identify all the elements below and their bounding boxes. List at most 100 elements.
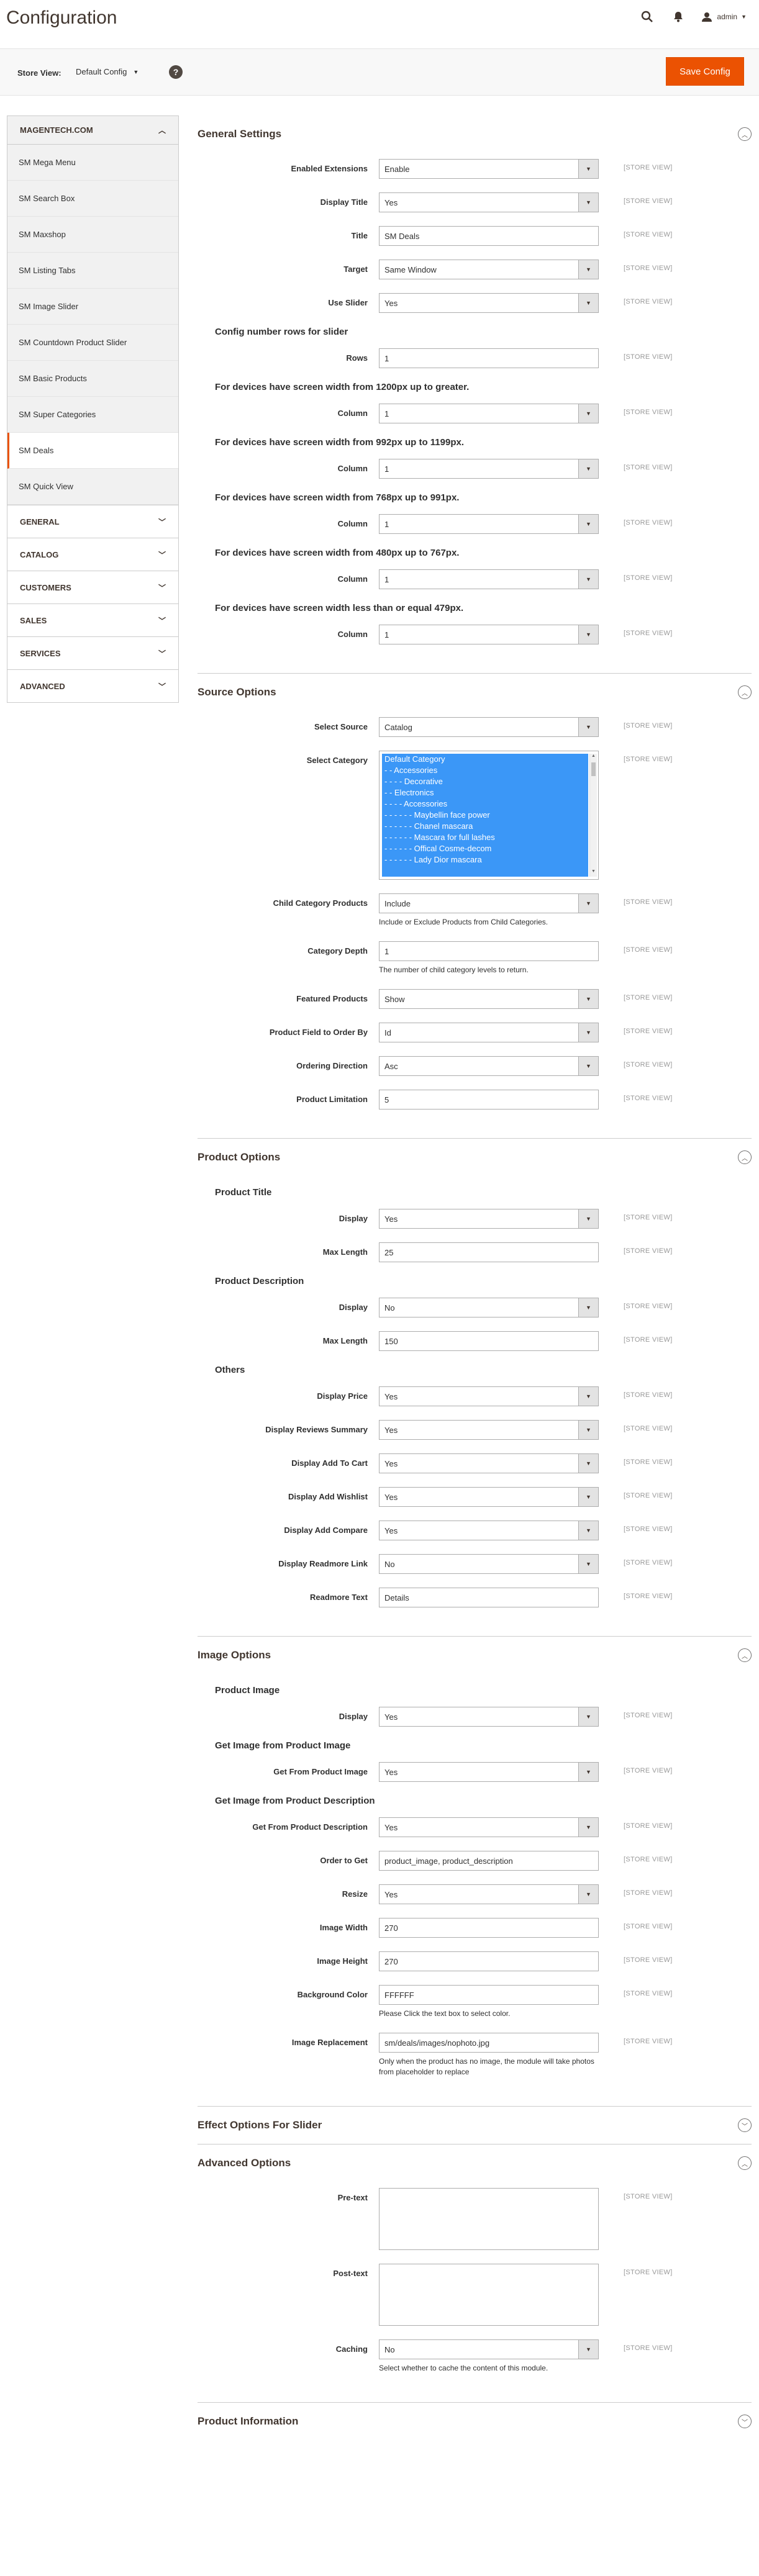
select-value: Asc: [384, 1061, 398, 1071]
resize-select[interactable]: Yes ▼: [379, 1884, 599, 1904]
display-price-select[interactable]: Yes ▼: [379, 1386, 599, 1406]
image-display-select[interactable]: Yes ▼: [379, 1707, 599, 1727]
sidebar-group-sales[interactable]: SALES ﹀: [7, 603, 178, 636]
store-view-switcher[interactable]: Default Config ▼: [76, 67, 139, 76]
sidebar-item-sm-deals[interactable]: SM Deals: [7, 433, 178, 469]
select-source-select[interactable]: Catalog ▼: [379, 717, 599, 737]
section-toggle-product[interactable]: Product Options ︿: [198, 1139, 752, 1176]
admin-account-menu[interactable]: admin ▼: [702, 12, 747, 22]
sidebar-item-sm-quick-view[interactable]: SM Quick View: [7, 469, 178, 505]
category-option[interactable]: - - - - - - Chanel mascara: [382, 821, 588, 832]
image-width-input[interactable]: [379, 1918, 599, 1938]
post-text-textarea[interactable]: [379, 2264, 599, 2326]
section-toggle-product-information[interactable]: Product Information ﹀: [198, 2403, 752, 2440]
sidebar-item-sm-countdown-product-slider[interactable]: SM Countdown Product Slider: [7, 325, 178, 361]
category-option[interactable]: - - - - Accessories: [382, 798, 588, 810]
column-select[interactable]: 1 ▼: [379, 404, 599, 423]
column-select[interactable]: 1 ▼: [379, 514, 599, 534]
pre-text-textarea[interactable]: [379, 2188, 599, 2250]
category-scrollbar[interactable]: ▲ ▼: [589, 754, 597, 877]
order-to-get-input[interactable]: [379, 1851, 599, 1871]
search-icon[interactable]: [637, 7, 657, 26]
sidebar-item-sm-mega-menu[interactable]: SM Mega Menu: [7, 145, 178, 181]
category-option[interactable]: - - - - - - Maybellin face power: [382, 810, 588, 821]
rows-input[interactable]: [379, 348, 599, 368]
category-option[interactable]: - - - - - - Offical Cosme-decom: [382, 843, 588, 854]
category-option[interactable]: Default Category: [382, 754, 588, 765]
sidebar-item-label: SM Super Categories: [19, 410, 96, 419]
scroll-thumb[interactable]: [591, 762, 596, 776]
get-from-product-image-select[interactable]: Yes ▼: [379, 1762, 599, 1782]
title-input[interactable]: [379, 226, 599, 246]
sidebar-item-sm-maxshop[interactable]: SM Maxshop: [7, 217, 178, 253]
background-color-input[interactable]: [379, 1985, 599, 2005]
sidebar-group-general[interactable]: GENERAL ﹀: [7, 505, 178, 538]
target-select[interactable]: Same Window ▼: [379, 260, 599, 279]
column-select[interactable]: 1 ▼: [379, 459, 599, 479]
sidebar-group-customers[interactable]: CUSTOMERS ﹀: [7, 571, 178, 603]
section-toggle-advanced[interactable]: Advanced Options ︿: [198, 2144, 752, 2182]
category-option[interactable]: - - Electronics: [382, 787, 588, 798]
display-title-select[interactable]: Yes ▼: [379, 192, 599, 212]
field-column-1200: Column 1 ▼ [STORE VIEW]: [198, 404, 752, 423]
featured-products-select[interactable]: Show ▼: [379, 989, 599, 1009]
scope-tag: [STORE VIEW]: [624, 2269, 673, 2276]
field-label: Image Replacement: [291, 2038, 368, 2047]
sidebar-item-sm-search-box[interactable]: SM Search Box: [7, 181, 178, 217]
column-select[interactable]: 1 ▼: [379, 625, 599, 644]
sidebar-group-advanced[interactable]: ADVANCED ﹀: [7, 669, 178, 702]
collapse-icon: ︿: [738, 1648, 752, 1662]
field-column-480: Column 1 ▼ [STORE VIEW]: [198, 569, 752, 589]
readmore-text-input[interactable]: [379, 1588, 599, 1607]
section-toggle-source[interactable]: Source Options ︿: [198, 674, 752, 711]
display-add-wishlist-select[interactable]: Yes ▼: [379, 1487, 599, 1507]
field-label: Readmore Text: [310, 1593, 368, 1602]
description-max-length-input[interactable]: [379, 1331, 599, 1351]
help-icon[interactable]: ?: [169, 65, 183, 79]
caching-select[interactable]: No ▼: [379, 2339, 599, 2359]
scroll-up-icon[interactable]: ▲: [590, 754, 597, 761]
use-slider-select[interactable]: Yes ▼: [379, 293, 599, 313]
chevron-down-icon: ▼: [578, 1454, 598, 1473]
get-from-description-select[interactable]: Yes ▼: [379, 1817, 599, 1837]
category-option[interactable]: - - - - - - Mascara for full lashes: [382, 832, 588, 843]
section-toggle-image[interactable]: Image Options ︿: [198, 1637, 752, 1674]
sidebar-group-services[interactable]: SERVICES ﹀: [7, 636, 178, 669]
display-add-to-cart-select[interactable]: Yes ▼: [379, 1453, 599, 1473]
field-image-display: Display Yes ▼ [STORE VIEW]: [198, 1707, 752, 1727]
category-option[interactable]: - - Accessories: [382, 765, 588, 776]
category-option[interactable]: - - - - Decorative: [382, 776, 588, 787]
enabled-extensions-select[interactable]: Enable ▼: [379, 159, 599, 179]
scroll-down-icon[interactable]: ▼: [590, 869, 597, 877]
product-limitation-input[interactable]: [379, 1090, 599, 1109]
category-multiselect[interactable]: Default Category - - Accessories - - - -…: [379, 751, 599, 880]
sidebar-item-sm-listing-tabs[interactable]: SM Listing Tabs: [7, 253, 178, 289]
subheading-rows: Config number rows for slider: [215, 327, 348, 337]
subheading-device: For devices have screen width from 768px…: [215, 492, 460, 503]
image-height-input[interactable]: [379, 1951, 599, 1971]
display-add-compare-select[interactable]: Yes ▼: [379, 1521, 599, 1540]
title-display-select[interactable]: Yes ▼: [379, 1209, 599, 1229]
display-reviews-select[interactable]: Yes ▼: [379, 1420, 599, 1440]
ordering-direction-select[interactable]: Asc ▼: [379, 1056, 599, 1076]
sidebar-group-magentech[interactable]: MAGENTECH.COM ︿: [7, 116, 178, 145]
sidebar-group-catalog[interactable]: CATALOG ﹀: [7, 538, 178, 571]
select-value: Enable: [384, 164, 410, 174]
column-select[interactable]: 1 ▼: [379, 569, 599, 589]
save-config-button[interactable]: Save Config: [666, 57, 744, 86]
bell-icon[interactable]: [668, 7, 688, 26]
sidebar-item-sm-basic-products[interactable]: SM Basic Products: [7, 361, 178, 397]
sidebar-group-label: SERVICES: [20, 648, 61, 658]
display-readmore-select[interactable]: No ▼: [379, 1554, 599, 1574]
section-toggle-general[interactable]: General Settings ︿: [198, 115, 752, 153]
description-display-select[interactable]: No ▼: [379, 1298, 599, 1317]
sidebar-item-sm-super-categories[interactable]: SM Super Categories: [7, 397, 178, 433]
order-by-select[interactable]: Id ▼: [379, 1023, 599, 1042]
child-products-select[interactable]: Include ▼: [379, 893, 599, 913]
sidebar-item-sm-image-slider[interactable]: SM Image Slider: [7, 289, 178, 325]
image-replacement-input[interactable]: [379, 2033, 599, 2053]
category-option[interactable]: - - - - - - Lady Dior mascara: [382, 854, 588, 865]
section-toggle-effect[interactable]: Effect Options For Slider ﹀: [198, 2107, 752, 2144]
category-depth-input[interactable]: [379, 941, 599, 961]
title-max-length-input[interactable]: [379, 1242, 599, 1262]
